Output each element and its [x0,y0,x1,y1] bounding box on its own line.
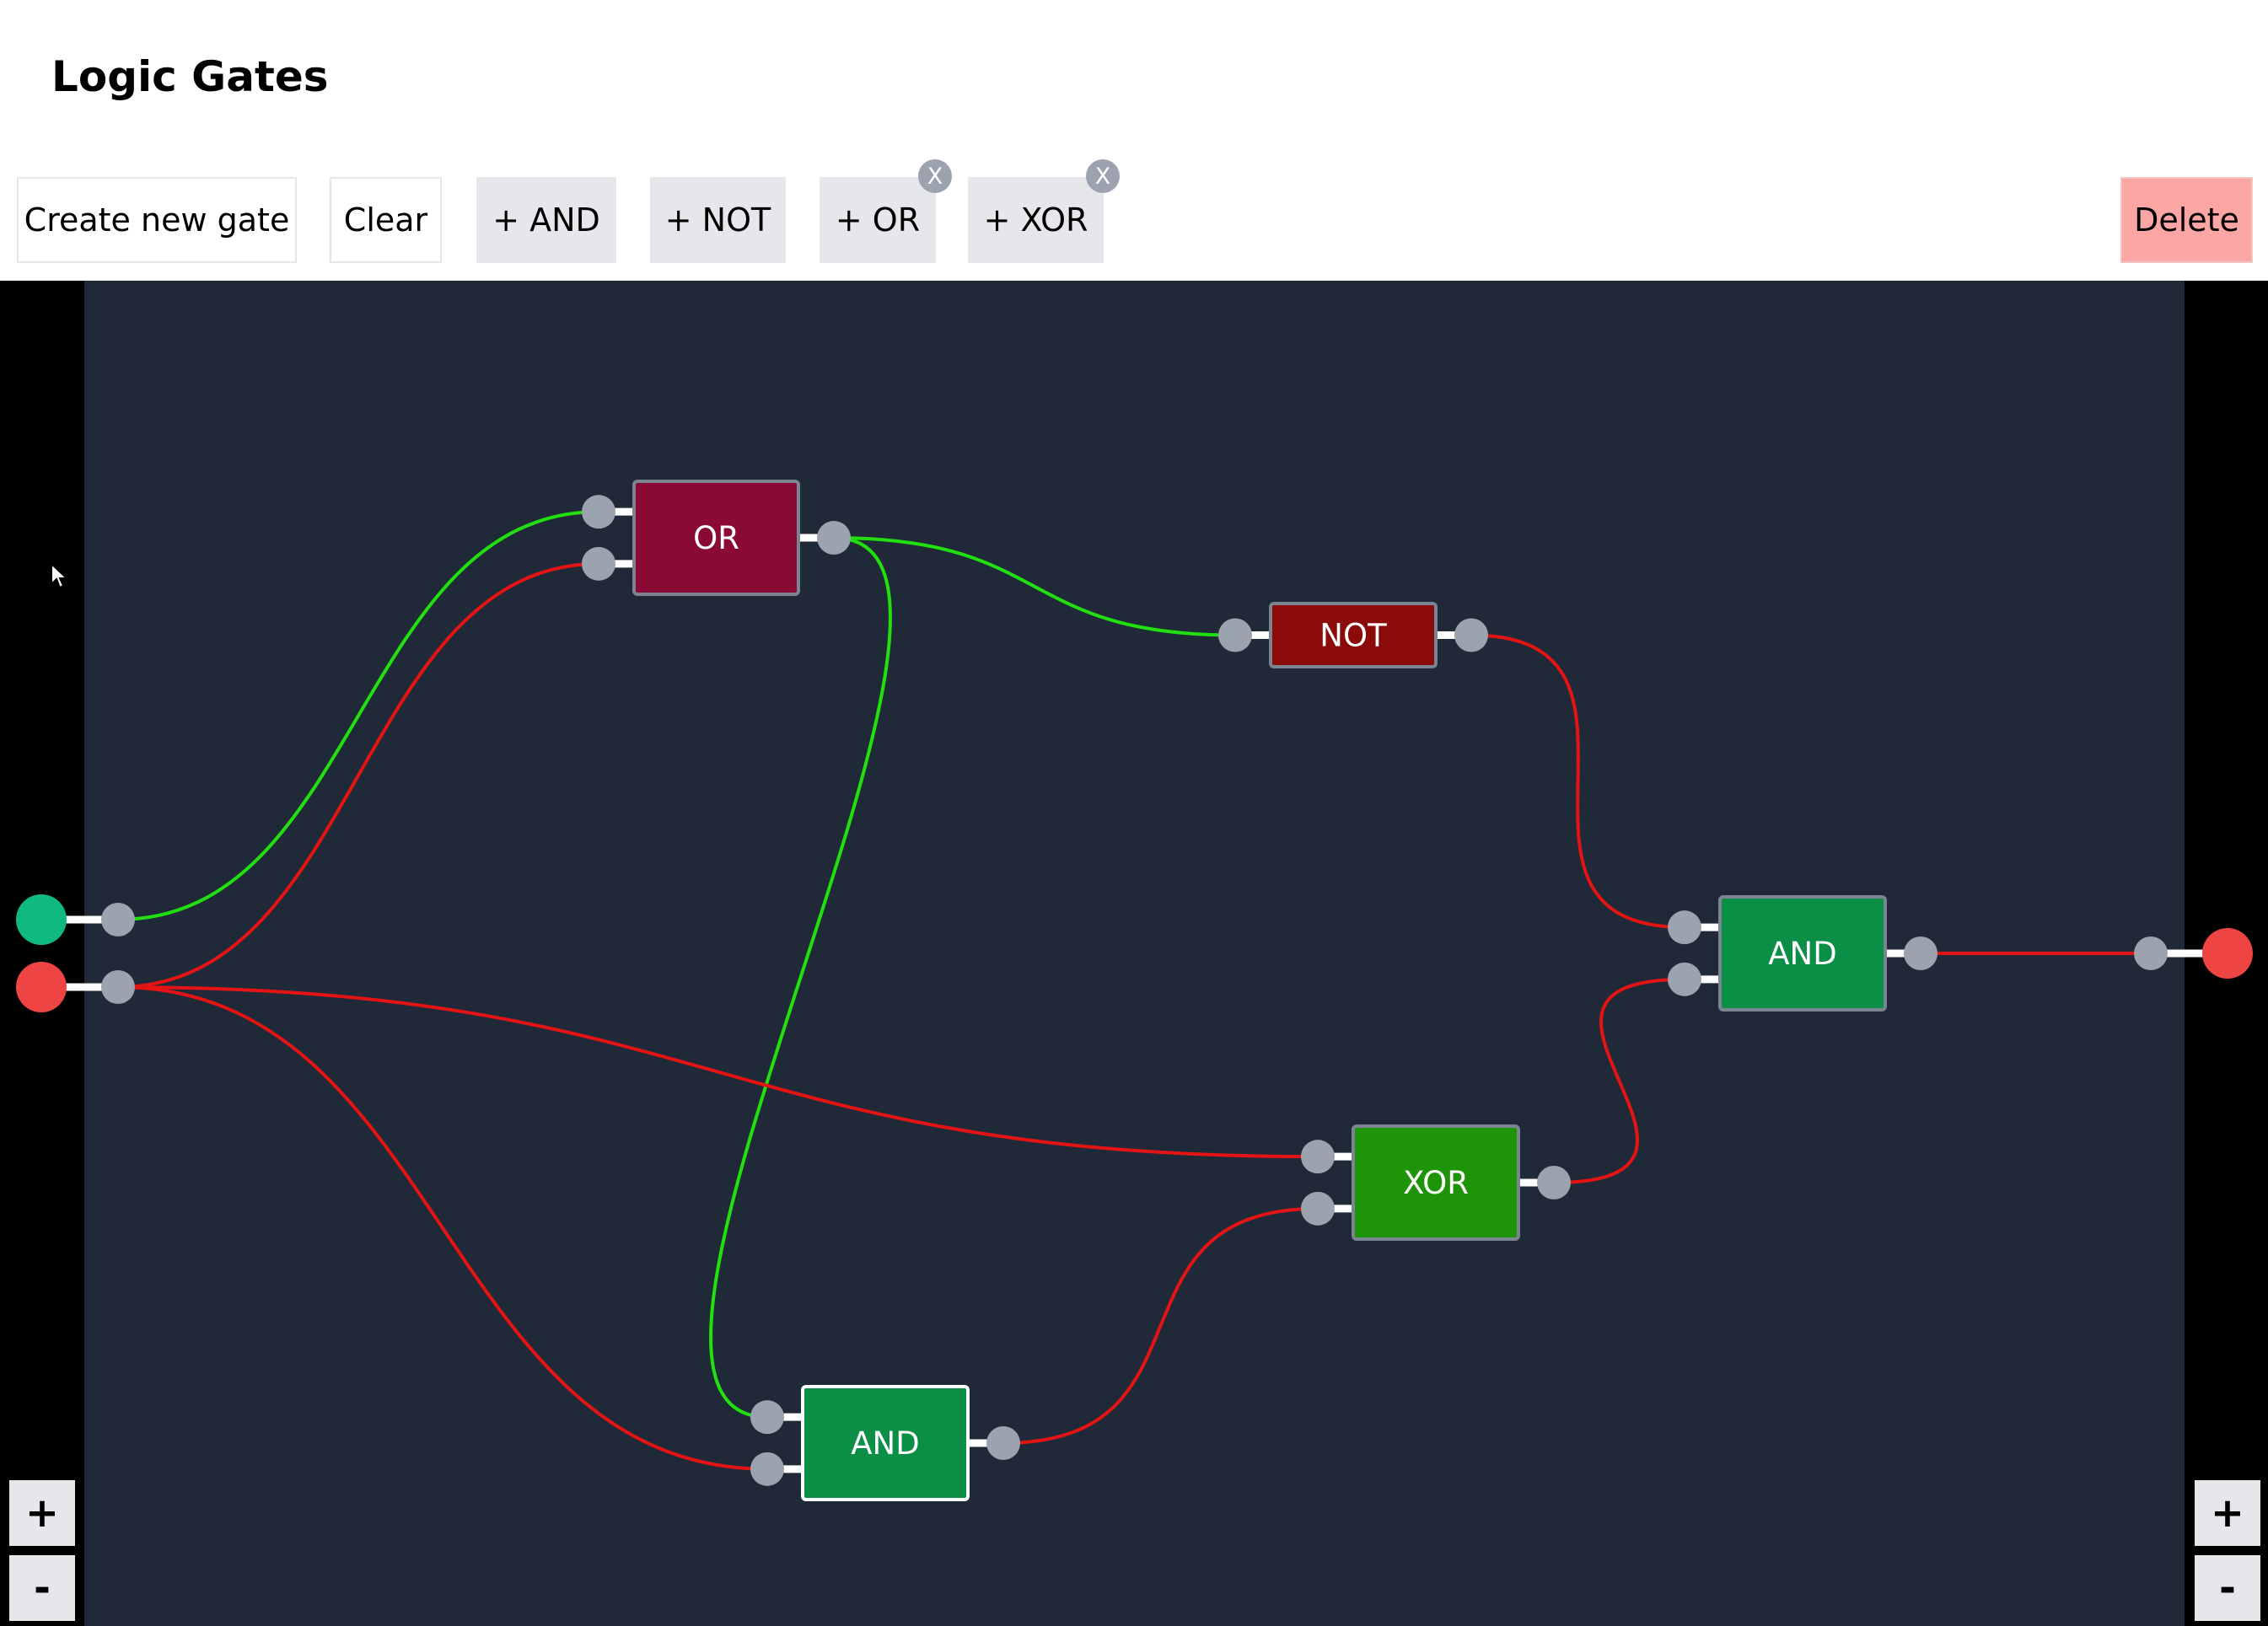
gate-or1[interactable]: OR [632,480,800,596]
gate-and2-input-pin-0[interactable] [750,1400,784,1435]
wire-xor1-out-to-and1-in1[interactable] [1553,977,1685,1184]
gate-and1[interactable]: AND [1718,895,1887,1012]
input-toggle-in2[interactable] [16,962,67,1012]
wire-or1-out-to-and2-in0[interactable] [709,536,892,1419]
gate-xor1[interactable]: XOR [1352,1124,1520,1241]
input-add-button[interactable]: + [9,1480,75,1546]
gate-label-or1: OR [693,520,739,556]
input-toggle-in1[interactable] [16,894,67,945]
pins-layer [16,495,2253,1486]
gate-or1-input-pin-1[interactable] [582,546,615,581]
wire-in2-to-or1-in1[interactable] [117,561,599,989]
gate-not1-output-pin[interactable] [1454,618,1488,652]
mouse-pointer-icon [51,563,69,589]
output-remove-button[interactable]: - [2195,1555,2260,1621]
gate-or1-output-pin[interactable] [817,521,851,555]
gate-label-and1: AND [1768,936,1836,972]
input-pin-in1[interactable] [101,903,135,936]
gate-and2[interactable]: AND [801,1385,970,1501]
output-pin-out1[interactable] [2134,936,2168,970]
gate-xor1-input-pin-1[interactable] [1301,1191,1335,1226]
gate-not1[interactable]: NOT [1269,602,1438,668]
gate-xor1-input-pin-0[interactable] [1301,1140,1335,1174]
circuit-canvas[interactable]: OR NOT AND XOR AND [0,0,2268,1626]
output-lamp-out1 [2202,928,2253,979]
wire-or1-out-to-not1-in0[interactable] [833,536,1236,637]
input-pin-in2[interactable] [101,970,135,1004]
wire-and2-out-to-xor1-in1[interactable] [1002,1206,1319,1445]
gate-label-not1: NOT [1319,618,1387,654]
gate-and1-input-pin-0[interactable] [1668,910,1701,945]
gate-xor1-output-pin[interactable] [1537,1166,1571,1199]
gate-and2-output-pin[interactable] [986,1426,1020,1460]
gate-label-and2: AND [851,1425,919,1462]
gate-and1-output-pin[interactable] [1904,936,1937,970]
gate-label-xor1: XOR [1403,1165,1469,1201]
input-remove-button[interactable]: - [9,1555,75,1621]
wire-in1-to-or1-in0[interactable] [117,510,599,921]
wire-in2-to-xor1-in0[interactable] [117,985,1319,1159]
gate-and1-input-pin-1[interactable] [1668,962,1701,996]
pin-stubs-layer [41,507,2228,1473]
gate-or1-input-pin-0[interactable] [582,495,615,529]
gate-not1-input-pin-0[interactable] [1218,618,1252,652]
output-add-button[interactable]: + [2195,1480,2260,1546]
wire-not1-out-to-and1-in0[interactable] [1470,633,1685,930]
gate-and2-input-pin-1[interactable] [750,1452,784,1486]
